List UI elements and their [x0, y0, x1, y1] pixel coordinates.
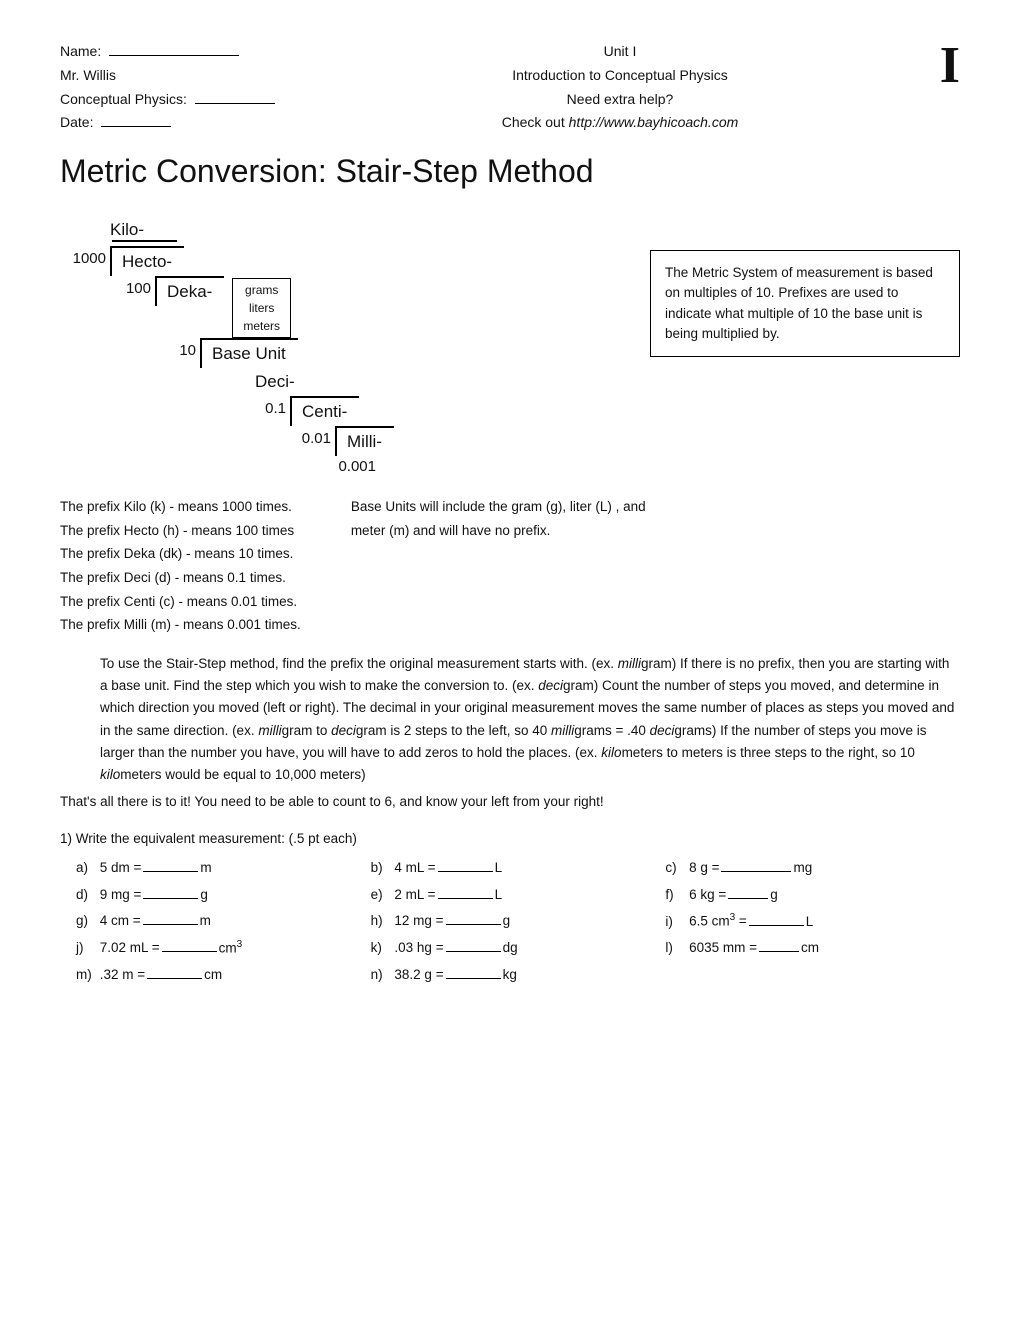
stair-section: Kilo- 1000 Hecto- 100 Deka- grams liters… — [60, 220, 960, 475]
paragraph-section: To use the Stair-Step method, find the p… — [60, 653, 960, 813]
deka-label: Deka- — [155, 276, 224, 306]
blank-k[interactable] — [446, 951, 501, 952]
deka-num: 100 — [105, 276, 155, 297]
closing-sentence: That's all there is to it! You need to b… — [60, 791, 960, 813]
base-num: 10 — [150, 338, 200, 359]
page-title: Metric Conversion: Stair-Step Method — [60, 153, 960, 190]
prefix-centi: The prefix Centi (c) - means 0.01 times. — [60, 590, 301, 614]
info-box: The Metric System of measurement is base… — [650, 250, 960, 357]
name-line: Name: — [60, 40, 340, 64]
meters-line: meters — [243, 317, 280, 335]
exercises-section: 1) Write the equivalent measurement: (.5… — [60, 827, 960, 987]
website-label: Check out — [502, 114, 565, 130]
course-center: Introduction to Conceptual Physics — [340, 64, 900, 88]
exercise-a: a) 5 dm = m — [76, 856, 371, 880]
blank-g[interactable] — [143, 924, 198, 925]
help-label: Need extra help? — [340, 88, 900, 112]
course-line: Conceptual Physics: — [60, 88, 340, 112]
milli-num: 0.01 — [285, 426, 335, 447]
exercise-d: d) 9 mg = g — [76, 883, 371, 907]
hecto-num: 1000 — [60, 246, 110, 267]
stair-deci: Deci- — [195, 368, 560, 396]
exercise-k: k) .03 hg = dg — [371, 936, 666, 961]
kilo-underline — [112, 240, 177, 242]
course-field — [195, 103, 275, 104]
kilo-label: Kilo- — [110, 220, 144, 239]
milli-label: Milli- — [335, 426, 394, 456]
course-label: Conceptual Physics: — [60, 91, 187, 107]
exercise-b: b) 4 mL = L — [371, 856, 666, 880]
blank-d[interactable] — [143, 898, 198, 899]
header-right: I — [900, 40, 960, 92]
blank-f[interactable] — [728, 898, 768, 899]
date-label: Date: — [60, 114, 93, 130]
exercise-m: m) .32 m = cm — [76, 963, 371, 987]
name-label: Name: — [60, 43, 101, 59]
exercise-i: i) 6.5 cm3 = L — [665, 909, 960, 934]
date-line: Date: — [60, 111, 340, 135]
header-center: Unit I Introduction to Conceptual Physic… — [340, 40, 900, 135]
exercise-h: h) 12 mg = g — [371, 909, 666, 934]
exercise-g: g) 4 cm = m — [76, 909, 371, 934]
exercise-l: l) 6035 mm = cm — [665, 936, 960, 961]
stair-base: 10 Base Unit — [150, 338, 560, 368]
kilo-row: Kilo- — [110, 220, 560, 240]
teacher-line: Mr. Willis — [60, 64, 340, 88]
base-units-text: Base Units will include the gram (g), li… — [351, 495, 671, 637]
liters-line: liters — [243, 299, 280, 317]
name-field — [109, 55, 239, 56]
exercise-placeholder — [665, 963, 960, 987]
paragraph-text: To use the Stair-Step method, find the p… — [60, 653, 960, 787]
prefix-hecto: The prefix Hecto (h) - means 100 times — [60, 519, 301, 543]
header: Name: Mr. Willis Conceptual Physics: Dat… — [60, 40, 960, 135]
header-left: Name: Mr. Willis Conceptual Physics: Dat… — [60, 40, 340, 135]
bottom-num: 0.001 — [330, 456, 380, 475]
website-url: http://www.bayhicoach.com — [569, 114, 739, 130]
exercise-j: j) 7.02 mL = cm3 — [76, 936, 371, 961]
grams-box: grams liters meters — [232, 278, 291, 338]
unit-letter: I — [900, 40, 960, 92]
stair-centi: 0.1 Centi- — [240, 396, 560, 426]
stair-bottom: 0.001 — [330, 456, 560, 475]
blank-i[interactable] — [749, 925, 804, 926]
exercise-title: 1) Write the equivalent measurement: (.5… — [60, 827, 960, 851]
exercise-e: e) 2 mL = L — [371, 883, 666, 907]
unit-label: Unit I — [340, 40, 900, 64]
blank-h[interactable] — [446, 924, 501, 925]
exercise-grid: a) 5 dm = m b) 4 mL = L c) 8 g = mg d) 9… — [76, 856, 960, 986]
blank-c[interactable] — [721, 871, 791, 872]
prefix-section: The prefix Kilo (k) - means 1000 times. … — [60, 495, 960, 637]
prefix-deka: The prefix Deka (dk) - means 10 times. — [60, 542, 301, 566]
teacher-label: Mr. Willis — [60, 67, 116, 83]
exercise-f: f) 6 kg = g — [665, 883, 960, 907]
blank-n[interactable] — [446, 978, 501, 979]
prefix-milli: The prefix Milli (m) - means 0.001 times… — [60, 613, 301, 637]
base-label: Base Unit — [200, 338, 298, 368]
deci-num — [195, 368, 245, 372]
prefix-kilo: The prefix Kilo (k) - means 1000 times. — [60, 495, 301, 519]
blank-l[interactable] — [759, 951, 799, 952]
blank-m[interactable] — [147, 978, 202, 979]
exercise-c: c) 8 g = mg — [665, 856, 960, 880]
centi-num: 0.1 — [240, 396, 290, 417]
blank-e[interactable] — [438, 898, 493, 899]
stair-hecto: 1000 Hecto- — [60, 246, 560, 276]
centi-label: Centi- — [290, 396, 359, 426]
date-field — [101, 126, 171, 127]
blank-a[interactable] — [143, 871, 198, 872]
deci-label: Deci- — [245, 368, 295, 396]
website-line: Check out http://www.bayhicoach.com — [340, 111, 900, 135]
blank-b[interactable] — [438, 871, 493, 872]
prefix-list: The prefix Kilo (k) - means 1000 times. … — [60, 495, 301, 637]
stair-deka: 100 Deka- grams liters meters — [105, 276, 560, 338]
prefix-deci: The prefix Deci (d) - means 0.1 times. — [60, 566, 301, 590]
blank-j[interactable] — [162, 951, 217, 952]
stair-container: Kilo- 1000 Hecto- 100 Deka- grams liters… — [60, 220, 560, 475]
stair-milli: 0.01 Milli- — [285, 426, 560, 456]
grams-line: grams — [243, 281, 280, 299]
exercise-n: n) 38.2 g = kg — [371, 963, 666, 987]
hecto-label: Hecto- — [110, 246, 184, 276]
